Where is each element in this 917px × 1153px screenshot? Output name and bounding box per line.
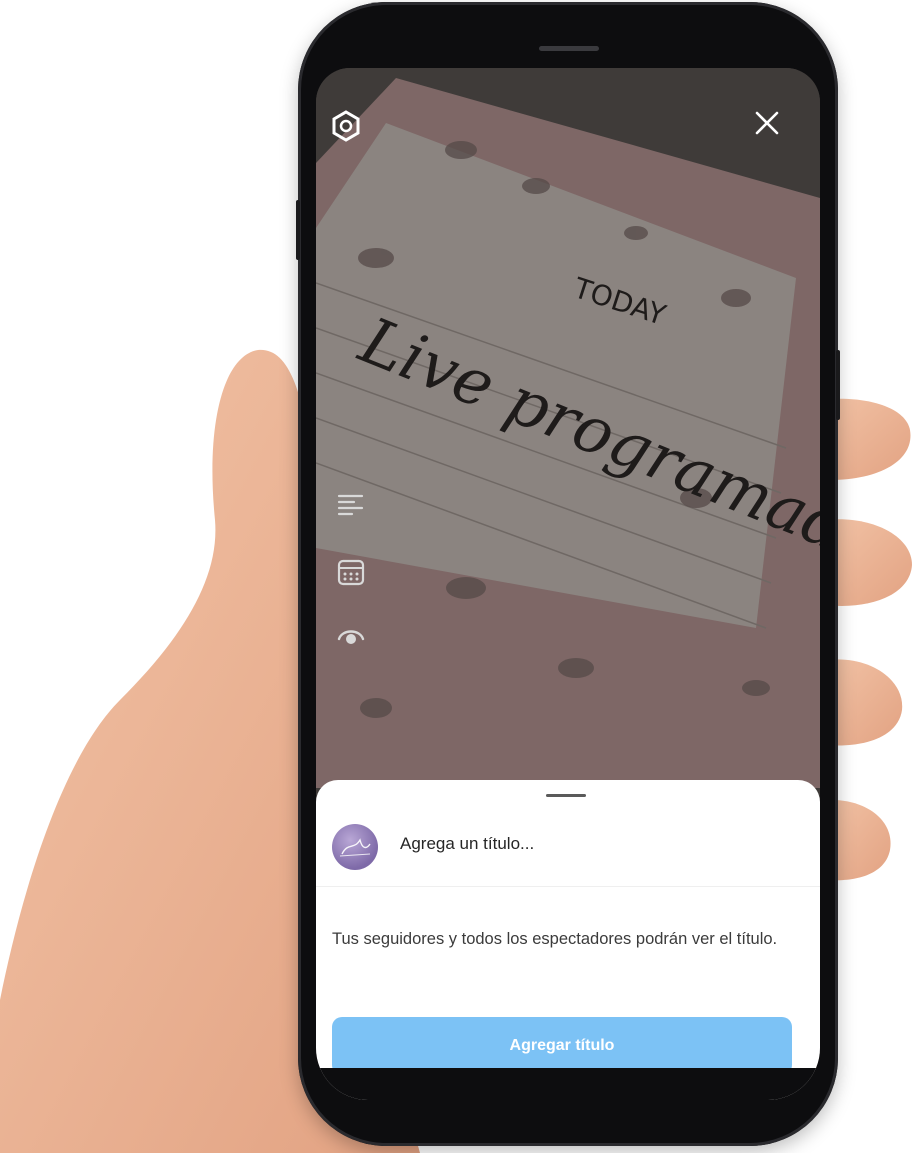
title-visibility-note: Tus seguidores y todos los espectadores … — [332, 930, 778, 948]
live-eye-icon[interactable] — [336, 621, 380, 657]
calendar-icon[interactable] — [336, 557, 380, 593]
add-title-button[interactable]: Agregar título — [332, 1017, 792, 1075]
avatar — [332, 824, 378, 870]
add-title-sheet: Agrega un título... Tus seguidores y tod… — [316, 780, 820, 1100]
title-row: Agrega un título... — [316, 814, 820, 886]
camera-preview: TODAY Live programado — [316, 68, 820, 788]
phone-power-button — [836, 350, 840, 420]
notepad-photo: TODAY Live programado — [316, 68, 820, 788]
close-icon[interactable] — [754, 110, 794, 150]
text-align-icon[interactable] — [336, 492, 380, 528]
sheet-divider — [316, 886, 820, 887]
phone-earpiece — [539, 46, 599, 51]
sheet-grabber[interactable] — [546, 794, 586, 797]
settings-icon[interactable] — [330, 110, 370, 150]
scene: TODAY Live programado Agrega un título..… — [0, 0, 917, 1153]
phone-screen: TODAY Live programado Agrega un título..… — [316, 68, 820, 1100]
phone-bottom-bezel — [316, 1068, 820, 1100]
title-input[interactable]: Agrega un título... — [400, 834, 534, 860]
phone-volume-button — [296, 200, 300, 260]
